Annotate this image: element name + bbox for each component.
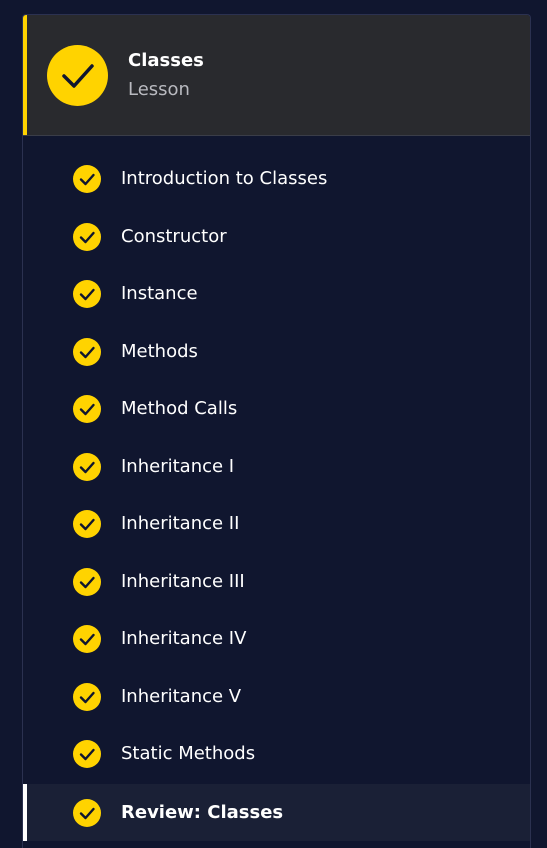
list-item[interactable]: Inheritance V [23, 668, 530, 725]
list-item[interactable]: Static Methods [23, 725, 530, 782]
list-item-label: Inheritance IV [121, 628, 247, 649]
list-item[interactable]: Inheritance III [23, 553, 530, 610]
list-item-label: Constructor [121, 226, 227, 247]
check-icon [73, 165, 101, 193]
check-icon [73, 395, 101, 423]
list-item[interactable]: Inheritance II [23, 495, 530, 552]
list-item-label: Inheritance I [121, 456, 235, 477]
list-item[interactable]: Constructor [23, 208, 530, 265]
list-item-label: Inheritance V [121, 686, 242, 707]
list-item-label: Review: Classes [121, 802, 284, 823]
list-item-label: Inheritance II [121, 513, 240, 534]
check-icon [73, 740, 101, 768]
list-item-label: Inheritance III [121, 571, 245, 592]
lesson-subtitle: Lesson [128, 79, 190, 100]
check-icon [73, 223, 101, 251]
list-item[interactable]: Inheritance I [23, 438, 530, 495]
check-icon [73, 338, 101, 366]
lesson-panel: Classes Lesson Introduction to Classes C… [22, 14, 531, 848]
lesson-complete-check-icon [47, 45, 108, 106]
list-item-label: Static Methods [121, 743, 256, 764]
list-item[interactable]: Inheritance IV [23, 610, 530, 667]
check-icon [73, 625, 101, 653]
header-accent-bar [23, 15, 27, 135]
list-item-label: Method Calls [121, 398, 238, 419]
lesson-header[interactable]: Classes Lesson [23, 15, 530, 136]
list-item-active[interactable]: Review: Classes [23, 784, 530, 841]
check-icon [73, 453, 101, 481]
list-item-label: Introduction to Classes [121, 168, 328, 189]
list-item-label: Methods [121, 341, 198, 362]
check-icon [73, 510, 101, 538]
lesson-title: Classes [128, 50, 204, 71]
check-icon [73, 683, 101, 711]
active-indicator-bar [23, 784, 27, 841]
list-item[interactable]: Methods [23, 323, 530, 380]
list-item[interactable]: Introduction to Classes [23, 150, 530, 207]
check-icon [73, 568, 101, 596]
check-icon [73, 280, 101, 308]
list-item[interactable]: Method Calls [23, 380, 530, 437]
check-icon [73, 799, 101, 827]
list-item[interactable]: Instance [23, 265, 530, 322]
list-item-label: Instance [121, 283, 198, 304]
